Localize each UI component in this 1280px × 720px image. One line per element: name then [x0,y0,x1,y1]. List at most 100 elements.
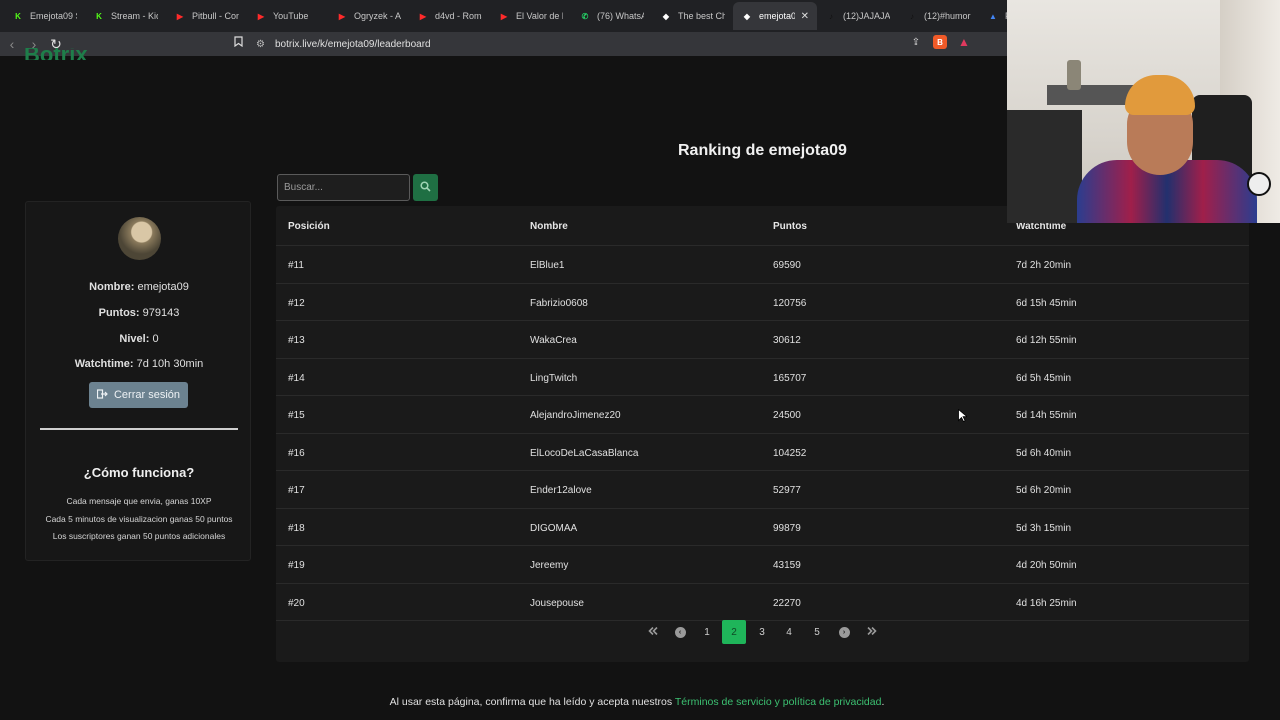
watchtime-label: Watchtime: [74,358,134,370]
site-logo[interactable]: Botrix [24,48,88,60]
tab-title: Emejota09 St [30,11,77,21]
table-row: #13 WakaCrea 30612 6d 12h 55min [276,321,1249,359]
page-button-4[interactable]: 4 [777,620,801,644]
column-header-points: Puntos [773,221,807,232]
cell-points: 120756 [773,297,807,309]
cell-points: 43159 [773,560,801,571]
browser-tab[interactable]: ▶ YouTube [247,2,328,30]
webcam-overlay [1007,0,1280,223]
tab-favicon-icon: ▲ [989,11,997,21]
level-label: Nivel: [119,333,150,345]
page-button-5[interactable]: 5 [805,620,829,644]
tab-title: (12)#humor # [924,11,971,21]
cell-name: AlejandroJimenez20 [530,410,621,421]
cell-position: #20 [288,597,305,609]
cell-watchtime: 5d 6h 40min [1016,447,1072,459]
table-row: #12 Fabrizio0608 120756 6d 15h 45min [276,284,1249,321]
cell-watchtime: 4d 20h 50min [1016,560,1077,571]
tab-title: emejota0 [759,11,795,21]
browser-tab[interactable]: ▶ Pitbull - Com [166,2,247,30]
tab-favicon-icon: ◆ [662,11,670,21]
first-page-button[interactable] [641,620,665,644]
browser-tab-strip: K Emejota09 St K Stream - Kick ▶ Pitbull - Co… [0,0,1007,32]
brave-shields-icon[interactable]: B [933,35,947,49]
profile-level: 0 [152,333,159,345]
double-chevron-right-icon [867,626,877,638]
browser-tab[interactable]: ♪ (12)#humor # [898,2,979,30]
tab-title: El Valor de la [516,11,563,21]
profile-points-row: Puntos: 979143 [26,307,252,319]
cell-watchtime: 4d 16h 25min [1016,597,1077,609]
browser-tab[interactable]: K Stream - Kick [85,2,166,30]
terms-link[interactable]: Términos de servicio y política de priva… [675,696,882,708]
browser-tab[interactable]: ◆ The best Cha [652,2,733,30]
browser-tab[interactable]: ▲P [979,2,1007,30]
table-row: #14 LingTwitch 165707 6d 5h 45min [276,359,1249,396]
cell-position: #15 [288,410,305,421]
profile-points: 979143 [142,307,180,319]
cell-watchtime: 7d 2h 20min [1016,260,1072,271]
cell-position: #16 [288,447,305,459]
browser-tab-active[interactable]: ◆ emejota0 ✕ [733,2,817,30]
bookmark-icon[interactable] [234,36,243,50]
browser-tab[interactable]: ▶ d4vd - Roma [409,2,490,30]
next-page-button[interactable]: › [832,620,856,644]
tab-title: YouTube [273,11,309,21]
browser-tab[interactable]: ▶ El Valor de la [490,2,571,30]
cell-position: #11 [288,260,304,271]
site-info-icon[interactable]: ⚙ [256,39,265,50]
profile-watchtime: 7d 10h 30min [136,358,204,370]
tab-title: Pitbull - Com [192,11,239,21]
browser-tab[interactable]: ♪ (12)JAJAJA #j [817,2,898,30]
profile-watchtime-row: Watchtime: 7d 10h 30min [26,358,252,370]
divider [40,428,238,430]
how-line: Cada mensaje que envia, ganas 10XP [66,496,212,506]
search-icon [420,179,431,197]
avatar [118,217,161,260]
table-row: #19 Jereemy 43159 4d 20h 50min [276,546,1249,584]
close-tab-icon[interactable]: ✕ [801,11,809,22]
table-row: #16 ElLocoDeLaCasaBlanca 104252 5d 6h 40min [276,434,1249,471]
cell-points: 104252 [773,447,807,459]
back-arrow-icon[interactable]: ‹ [2,34,22,54]
table-row: #11 ElBlue1 69590 7d 2h 20min [276,246,1249,284]
cell-points: 69590 [773,260,801,271]
logout-button[interactable]: Cerrar sesión [89,382,188,408]
cell-watchtime: 5d 6h 20min [1016,485,1072,496]
tab-favicon-icon: ▶ [419,11,427,21]
column-header-name: Nombre [530,221,568,232]
search-input[interactable] [277,174,410,201]
cell-name: Fabrizio0608 [530,297,588,309]
url-text: botrix.live/k/emejota09/leaderboard [274,38,431,50]
last-page-button[interactable] [860,620,884,644]
browser-tab[interactable]: K Emejota09 St [4,2,85,30]
table-row: #17 Ender12alove 52977 5d 6h 20min [276,471,1249,509]
logout-label: Cerrar sesión [113,389,181,401]
cell-position: #12 [288,297,305,309]
browser-tab[interactable]: ▶ Ogryzek - AU [328,2,409,30]
cell-watchtime: 5d 3h 15min [1016,522,1072,534]
previous-page-button[interactable]: ‹ [668,620,692,644]
search-button[interactable] [413,174,438,201]
cell-position: #14 [288,372,305,384]
how-line: Cada 5 minutos de visualizacion ganas 50… [45,514,233,524]
table-row: #20 Jousepouse 22270 4d 16h 25min [276,584,1249,621]
page-button-3[interactable]: 3 [750,620,774,644]
address-bar[interactable]: ⚙ botrix.live/k/emejota09/leaderboard [256,34,976,54]
page-button-2-active[interactable]: 2 [722,620,746,644]
name-label: Nombre: [89,281,135,293]
footer-period: . [881,696,885,708]
page-button-1[interactable]: 1 [695,620,719,644]
column-header-position: Posición [288,221,330,232]
cell-points: 99879 [773,522,801,534]
tab-favicon-icon: ♪ [829,11,833,21]
profile-name-row: Nombre: emejota09 [26,281,252,293]
footer-notice: Al usar esta página, confirma que ha leí… [389,696,675,708]
cell-watchtime: 6d 12h 55min [1016,335,1077,346]
browser-tab[interactable]: ✆ (76) WhatsAp [571,2,652,30]
share-icon[interactable]: ⇪ [909,35,923,49]
profile-card: Nombre: emejota09 Puntos: 979143 Nivel: … [25,201,251,561]
cell-position: #19 [288,560,305,571]
cell-points: 30612 [773,335,801,346]
brave-rewards-icon[interactable]: ▲ [957,35,971,49]
